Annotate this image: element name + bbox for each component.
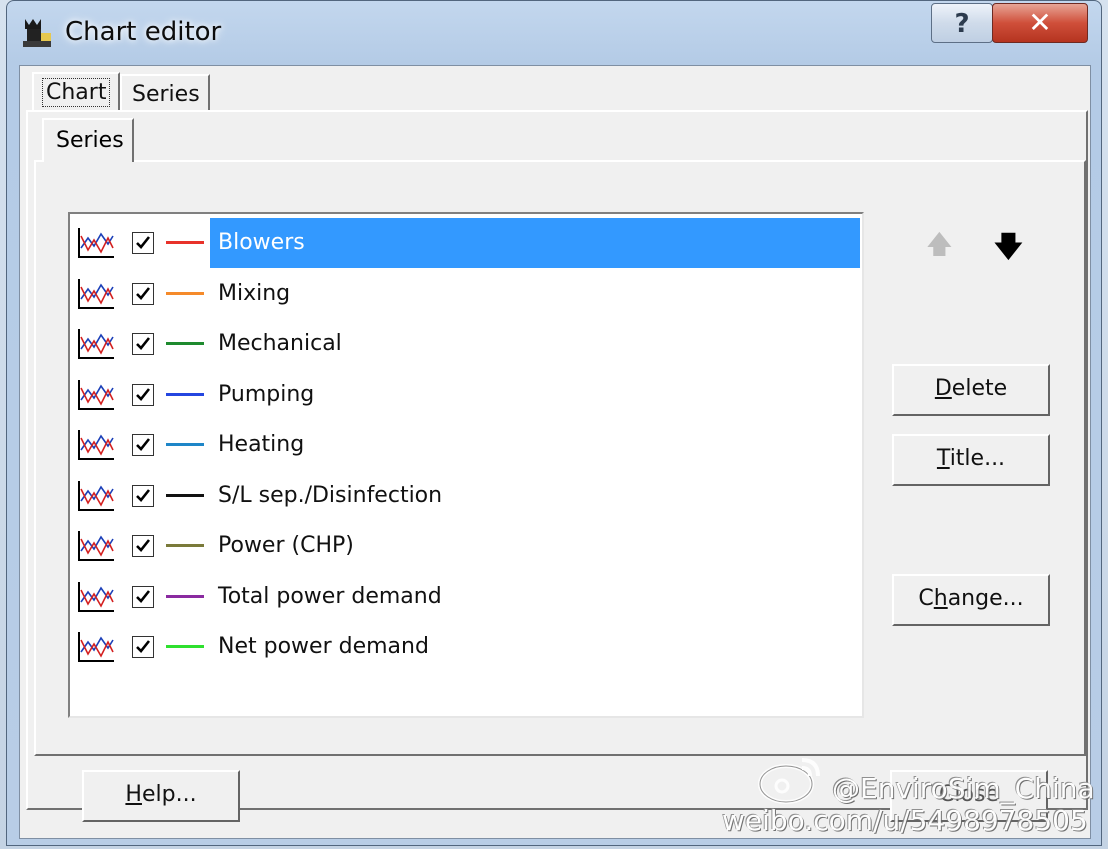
checkmark-icon (136, 488, 151, 502)
series-color-swatch (166, 544, 204, 547)
checkmark-icon (136, 640, 151, 653)
delete-button[interactable]: Delete (892, 364, 1050, 416)
series-label: Pumping (218, 381, 315, 407)
series-list-item[interactable]: Mechanical (70, 319, 862, 369)
title-button-label: itle... (949, 446, 1006, 471)
help-button-mnemonic: H (125, 782, 142, 807)
title-button-mnemonic: T (936, 446, 950, 471)
series-label: Total power demand (218, 583, 442, 609)
line-chart-icon (78, 430, 114, 460)
delete-button-label: elete (951, 376, 1008, 401)
series-list-item[interactable]: Heating (70, 420, 862, 470)
series-label: Power (CHP) (218, 533, 354, 558)
tab-chart-label: Chart (41, 78, 111, 107)
title-bar[interactable]: Chart editor ? ✕ (7, 1, 1101, 65)
delete-button-mnemonic: D (934, 376, 952, 401)
series-color-swatch (166, 594, 204, 598)
help-button[interactable]: Help... (82, 770, 240, 822)
help-icon[interactable]: ? (931, 3, 993, 43)
series-list-item[interactable]: Blowers (70, 218, 862, 268)
checkmark-icon (136, 236, 151, 249)
series-color-swatch (166, 443, 204, 446)
series-visible-checkbox[interactable] (132, 383, 154, 406)
series-visible-checkbox[interactable] (132, 434, 154, 456)
title-button[interactable]: Title... (892, 434, 1050, 486)
series-list-item[interactable]: S/L sep./Disinfection (70, 471, 862, 521)
checkmark-icon (136, 387, 151, 401)
tab-series[interactable]: Series (120, 74, 210, 110)
series-color-swatch (166, 241, 204, 244)
tab-chart[interactable]: Chart (32, 72, 120, 110)
series-listbox[interactable]: Blowers Mixing Mechanical Pumping Heating S/L… (68, 212, 864, 718)
watermark-url: weibo.com/u/5498978505 (722, 804, 1088, 837)
checkmark-icon (136, 589, 151, 603)
watermark-handle: @EnviroSim_China (832, 772, 1095, 805)
line-chart-icon (78, 632, 114, 662)
window-title: Chart editor (65, 17, 222, 47)
line-chart-icon (78, 480, 114, 511)
series-label: Mixing (218, 280, 291, 306)
series-visible-checkbox[interactable] (132, 232, 154, 254)
series-color-swatch (166, 493, 204, 497)
line-chart-icon (78, 278, 114, 309)
series-color-swatch (166, 645, 204, 648)
series-visible-checkbox[interactable] (132, 585, 154, 608)
change-button[interactable]: Change... (892, 574, 1050, 626)
series-list-item[interactable]: Pumping (70, 370, 862, 420)
series-list-item[interactable]: Power (CHP) (70, 521, 862, 571)
change-button-prefix: C (918, 586, 934, 611)
series-list-item[interactable]: Mixing (70, 269, 862, 319)
series-visible-checkbox[interactable] (132, 484, 154, 507)
series-color-swatch (166, 342, 204, 345)
dialog-client-area: Chart Series Series Blowers Mixing Mechani… (19, 65, 1091, 839)
series-visible-checkbox[interactable] (132, 636, 154, 658)
series-label: Mechanical (218, 331, 342, 356)
weibo-logo-icon (758, 758, 820, 804)
tab-series-label: Series (132, 82, 200, 107)
line-chart-icon (78, 379, 114, 410)
line-chart-icon (78, 329, 114, 359)
arrow-down-icon[interactable]: 🡇 (994, 226, 1023, 274)
inner-tab-series[interactable]: Series (42, 118, 134, 162)
checkmark-icon (136, 438, 151, 451)
checkmark-icon (136, 286, 151, 300)
help-button-label: elp... (141, 782, 197, 807)
change-button-mnemonic: h (933, 586, 948, 611)
arrow-up-icon: 🡅 (926, 230, 953, 260)
series-color-swatch (166, 291, 204, 295)
series-label: Blowers (210, 218, 860, 268)
change-button-label: ange... (947, 586, 1024, 611)
series-label: Net power demand (218, 634, 429, 659)
checkmark-icon (136, 337, 151, 350)
series-list-item[interactable]: Net power demand (70, 622, 862, 672)
line-chart-icon (78, 531, 114, 561)
series-visible-checkbox[interactable] (132, 282, 154, 305)
close-icon[interactable]: ✕ (992, 3, 1088, 43)
line-chart-icon (78, 581, 114, 612)
chart-editor-dialog: Chart editor ? ✕ Chart Series Series Blo… (6, 0, 1102, 846)
series-label: Heating (218, 432, 305, 457)
series-label: S/L sep./Disinfection (218, 482, 443, 508)
series-visible-checkbox[interactable] (132, 535, 154, 557)
app-icon (23, 19, 51, 47)
series-visible-checkbox[interactable] (132, 333, 154, 355)
series-list-item[interactable]: Total power demand (70, 572, 862, 622)
series-color-swatch (166, 392, 204, 396)
inner-tab-series-label: Series (56, 128, 124, 153)
line-chart-icon (78, 228, 114, 258)
checkmark-icon (136, 539, 151, 552)
